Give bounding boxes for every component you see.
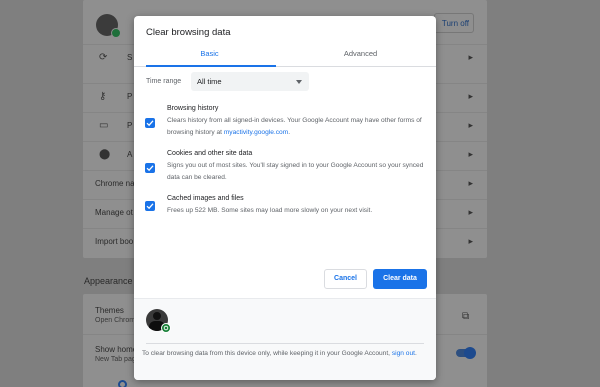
footer-text: To clear browsing data from this device … <box>142 348 428 360</box>
browsing-history-desc-text: Clears history from all signed-in device… <box>167 117 422 136</box>
import-bookmarks-row-label: Import boo <box>95 237 134 246</box>
dialog-tabs: Basic Advanced <box>134 47 436 67</box>
show-home-sublabel: New Tab page <box>95 356 140 363</box>
sync-badge-icon <box>111 28 121 38</box>
avatar-head <box>153 312 161 320</box>
cookies-desc: Signs you out of most sites. You'll stay… <box>167 162 424 181</box>
dialog-footer: To clear browsing data from this device … <box>134 298 436 380</box>
chevron-right-icon: ▸ <box>468 236 473 246</box>
location-icon: ⬤ <box>99 149 111 160</box>
payment-row-label: P <box>127 121 133 130</box>
chevron-right-icon: ▸ <box>468 52 473 62</box>
dialog-title: Clear browsing data <box>146 27 231 38</box>
chevron-right-icon: ▸ <box>468 207 473 217</box>
addresses-row-label: A <box>127 150 133 159</box>
show-home-label: Show home <box>95 345 138 354</box>
checkmark-icon <box>146 165 154 172</box>
active-tab-indicator <box>146 65 276 67</box>
sync-badge-glyph <box>163 325 169 331</box>
manage-others-row-label: Manage ot <box>95 208 133 217</box>
tab-basic[interactable]: Basic <box>134 47 285 67</box>
cached-files-desc: Frees up 522 MB. Some sites may load mor… <box>167 207 373 214</box>
time-range-select[interactable]: All time <box>191 72 309 91</box>
sync-row-label: S <box>127 53 133 62</box>
credit-card-icon: ▭ <box>99 120 109 131</box>
cancel-button[interactable]: Cancel <box>324 269 367 289</box>
open-external-icon[interactable]: ⧉ <box>462 311 469 322</box>
clear-data-button[interactable]: Clear data <box>373 269 427 289</box>
themes-sublabel: Open Chrom <box>95 317 136 324</box>
passwords-row-label: P <box>127 92 133 101</box>
time-range-value: All time <box>197 77 222 86</box>
chevron-right-icon: ▸ <box>468 120 473 130</box>
footer-text-body: To clear browsing data from this device … <box>142 350 392 357</box>
cached-files-title: Cached images and files <box>167 195 244 202</box>
sync-icon: ⟳ <box>99 52 108 63</box>
chevron-right-icon: ▸ <box>468 149 473 159</box>
sign-out-link[interactable]: sign out <box>392 350 415 357</box>
sync-on-badge-icon <box>161 323 171 333</box>
checkmark-icon <box>146 120 154 127</box>
browsing-history-checkbox[interactable] <box>145 118 155 128</box>
browsing-history-desc: Clears history from all signed-in device… <box>167 115 425 138</box>
myactivity-link[interactable]: myactivity.google.com <box>224 129 288 136</box>
cached-files-checkbox[interactable] <box>145 201 155 211</box>
appearance-heading: Appearance <box>84 276 133 286</box>
show-home-toggle[interactable] <box>456 347 476 359</box>
themes-label: Themes <box>95 306 124 315</box>
key-icon: ⚷ <box>99 91 107 102</box>
chrome-name-row-label: Chrome na <box>95 179 135 188</box>
chevron-right-icon: ▸ <box>468 91 473 101</box>
new-tab-radio[interactable] <box>118 380 127 387</box>
time-range-label: Time range <box>146 78 182 85</box>
dropdown-caret-icon <box>296 80 302 84</box>
browsing-history-desc-end: . <box>288 128 291 136</box>
cookies-checkbox[interactable] <box>145 163 155 173</box>
profile-avatar <box>96 14 121 38</box>
checkmark-icon <box>146 203 154 210</box>
footer-divider <box>146 343 424 344</box>
chevron-right-icon: ▸ <box>468 178 473 188</box>
footer-text-end: . <box>414 350 417 357</box>
tab-advanced[interactable]: Advanced <box>285 47 436 67</box>
cookies-title: Cookies and other site data <box>167 150 253 157</box>
browsing-history-title: Browsing history <box>167 105 219 112</box>
clear-browsing-data-dialog: Clear browsing data Basic Advanced Time … <box>134 16 436 380</box>
turn-off-sync-button[interactable]: Turn off <box>434 13 474 33</box>
